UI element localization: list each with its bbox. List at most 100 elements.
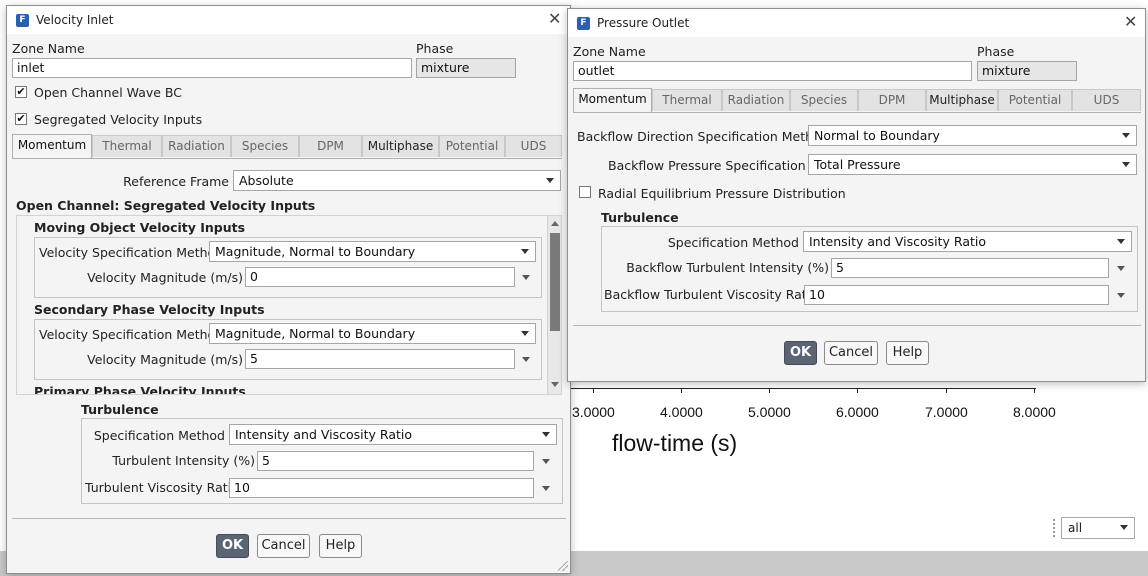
tab-radiation[interactable]: Radiation [722, 89, 790, 111]
zone-name-field[interactable]: inlet [12, 58, 412, 78]
mo-velocity-magnitude-label: Velocity Magnitude (m/s) [87, 270, 243, 285]
turb-spec-method-label: Specification Method [667, 235, 799, 250]
tab-multiphase[interactable]: Multiphase [926, 89, 998, 111]
chevron-down-icon [1122, 133, 1130, 138]
chevron-down-icon [1117, 239, 1125, 244]
tab-dpm[interactable]: DPM [858, 89, 926, 111]
mo-spec-method-label: Velocity Specification Method [39, 245, 224, 260]
radial-equilibrium-checkbox[interactable] [579, 186, 591, 198]
tab-momentum[interactable]: Momentum [12, 134, 92, 158]
title-bar[interactable]: F Velocity Inlet ✕ [7, 6, 570, 34]
dialog-title: Pressure Outlet [597, 16, 690, 30]
chevron-down-icon [521, 249, 529, 254]
tab-species[interactable]: Species [231, 135, 299, 157]
parameter-menu-icon[interactable] [1117, 266, 1125, 271]
cancel-button[interactable]: Cancel [257, 534, 310, 558]
x-tick-label: 6.0000 [836, 404, 879, 420]
phase-field: mixture [416, 58, 516, 78]
toolbar-grip[interactable] [1053, 519, 1058, 537]
tab-multiphase[interactable]: Multiphase [362, 135, 439, 157]
parameter-menu-icon[interactable] [542, 459, 550, 464]
tab-radiation[interactable]: Radiation [162, 135, 231, 157]
backflow-turbulent-intensity-label: Backflow Turbulent Intensity (%) [626, 260, 829, 275]
backflow-direction-value: Normal to Boundary [814, 128, 940, 143]
tab-potential[interactable]: Potential [439, 135, 505, 157]
tab-dpm[interactable]: DPM [299, 135, 362, 157]
scroll-up-icon[interactable] [551, 221, 559, 226]
close-icon[interactable]: ✕ [1124, 14, 1137, 30]
zone-name-label: Zone Name [12, 41, 85, 56]
turb-spec-method-select[interactable]: Intensity and Viscosity Ratio [803, 231, 1132, 252]
display-selector[interactable]: all [1061, 517, 1135, 539]
backflow-turbulent-viscosity-label: Backflow Turbulent Viscosity Ratio [604, 287, 818, 302]
phase-label: Phase [977, 44, 1015, 59]
turbulent-intensity-label: Turbulent Intensity (%) [112, 453, 255, 468]
title-bar[interactable]: F Pressure Outlet ✕ [568, 9, 1145, 37]
segregated-inputs-scroll-area[interactable]: Moving Object Velocity Inputs Velocity S… [16, 215, 562, 395]
zone-name-field[interactable]: outlet [573, 61, 972, 81]
scrollbar-thumb[interactable] [550, 233, 560, 331]
parameter-menu-icon[interactable] [522, 275, 530, 280]
mo-velocity-magnitude-field[interactable]: 0 [245, 267, 515, 287]
tab-thermal[interactable]: Thermal [652, 89, 722, 111]
open-channel-wave-bc-checkbox[interactable]: ✔ [15, 86, 27, 98]
x-axis-tick [681, 388, 682, 393]
tab-momentum[interactable]: Momentum [573, 88, 652, 112]
mo-spec-method-value: Magnitude, Normal to Boundary [215, 244, 416, 259]
resize-grip-icon[interactable] [558, 561, 568, 571]
chevron-down-icon [521, 331, 529, 336]
primary-phase-heading: Primary Phase Velocity Inputs [34, 384, 246, 395]
backflow-turbulent-viscosity-field[interactable]: 10 [804, 285, 1109, 305]
parameter-menu-icon[interactable] [522, 357, 530, 362]
moving-object-heading: Moving Object Velocity Inputs [34, 220, 246, 235]
tab-thermal[interactable]: Thermal [92, 135, 162, 157]
sp-spec-method-select[interactable]: Magnitude, Normal to Boundary [209, 323, 536, 344]
zone-name-label: Zone Name [573, 44, 646, 59]
reference-frame-value: Absolute [239, 173, 294, 188]
turbulent-viscosity-ratio-field[interactable]: 10 [229, 478, 534, 498]
sp-velocity-magnitude-field[interactable]: 5 [245, 349, 515, 369]
turbulence-heading: Turbulence [81, 402, 159, 417]
chevron-down-icon [542, 432, 550, 437]
secondary-phase-heading: Secondary Phase Velocity Inputs [34, 302, 265, 317]
fluent-app-icon: F [577, 17, 590, 30]
ok-button[interactable]: OK [784, 341, 817, 365]
segregated-velocity-inputs-checkbox[interactable]: ✔ [15, 113, 27, 125]
tab-uds[interactable]: UDS [1072, 89, 1141, 111]
backflow-direction-select[interactable]: Normal to Boundary [808, 125, 1137, 146]
backflow-direction-label: Backflow Direction Specification Method [577, 129, 829, 144]
mo-spec-method-select[interactable]: Magnitude, Normal to Boundary [209, 241, 536, 262]
tab-potential[interactable]: Potential [998, 89, 1072, 111]
backflow-turbulent-intensity-field[interactable]: 5 [831, 258, 1109, 278]
turb-spec-method-value: Intensity and Viscosity Ratio [235, 427, 413, 442]
help-button[interactable]: Help [886, 341, 929, 365]
vertical-scrollbar[interactable] [547, 216, 561, 394]
phase-label: Phase [416, 41, 454, 56]
cancel-button[interactable]: Cancel [824, 341, 878, 365]
parameter-menu-icon[interactable] [1117, 293, 1125, 298]
turbulent-intensity-field[interactable]: 5 [257, 451, 534, 471]
scroll-down-icon[interactable] [551, 382, 559, 387]
help-button[interactable]: Help [319, 534, 362, 558]
x-tick-label: 3.0000 [572, 404, 615, 420]
parameter-menu-icon[interactable] [542, 486, 550, 491]
x-tick-label: 5.0000 [748, 404, 791, 420]
velocity-inlet-dialog: F Velocity Inlet ✕ Zone Name inlet Phase… [6, 5, 571, 574]
x-axis-tick [593, 388, 594, 393]
tab-bar: Momentum Thermal Radiation Species DPM M… [12, 134, 562, 159]
chevron-down-icon [546, 178, 554, 183]
backflow-pressure-select[interactable]: Total Pressure [808, 154, 1137, 175]
x-axis-line [570, 388, 1036, 389]
x-axis-tick [1034, 388, 1035, 393]
tab-species[interactable]: Species [790, 89, 858, 111]
x-axis-tick [946, 388, 947, 393]
open-channel-heading: Open Channel: Segregated Velocity Inputs [16, 198, 316, 213]
close-icon[interactable]: ✕ [548, 11, 561, 27]
sp-spec-method-value: Magnitude, Normal to Boundary [215, 326, 416, 341]
ok-button[interactable]: OK [216, 534, 249, 558]
tab-uds[interactable]: UDS [505, 135, 562, 157]
reference-frame-select[interactable]: Absolute [233, 170, 561, 191]
tab-bar: Momentum Thermal Radiation Species DPM M… [573, 88, 1141, 113]
turb-spec-method-select[interactable]: Intensity and Viscosity Ratio [229, 424, 557, 445]
backflow-pressure-value: Total Pressure [814, 157, 901, 172]
